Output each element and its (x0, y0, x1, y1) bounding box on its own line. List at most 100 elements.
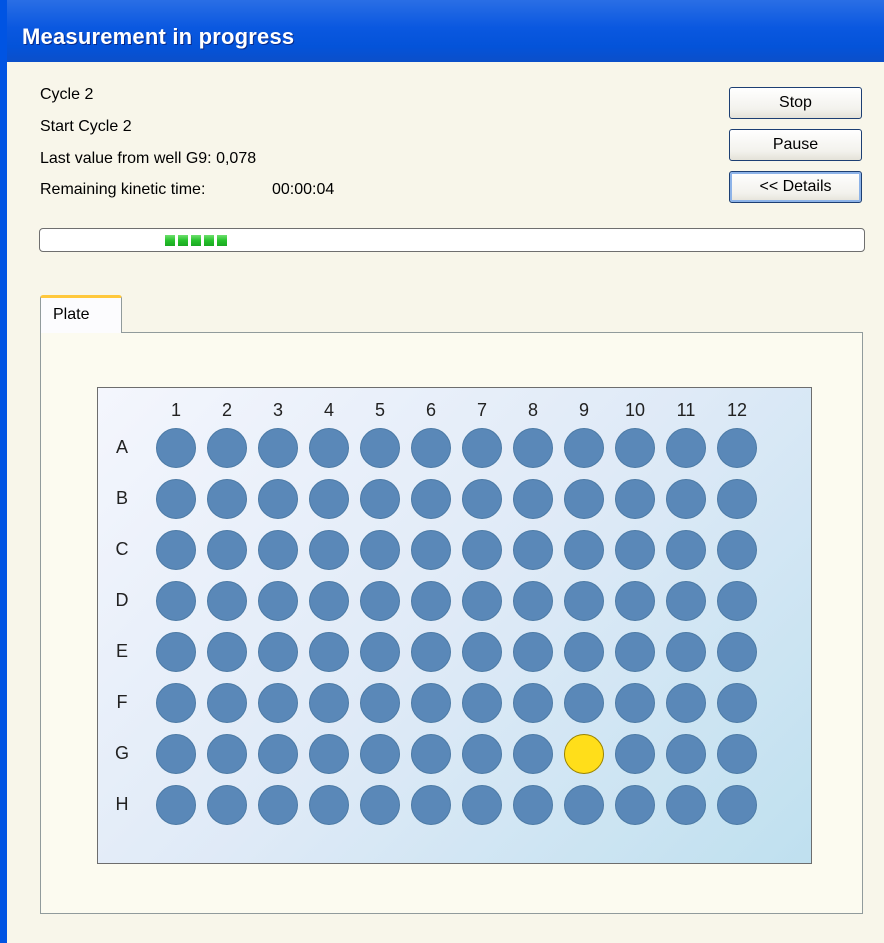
well-F9[interactable] (564, 683, 604, 723)
well-G10[interactable] (615, 734, 655, 774)
well-G11[interactable] (666, 734, 706, 774)
well-F7[interactable] (462, 683, 502, 723)
well-C10[interactable] (615, 530, 655, 570)
well-E9[interactable] (564, 632, 604, 672)
well-E11[interactable] (666, 632, 706, 672)
well-E3[interactable] (258, 632, 298, 672)
well-D4[interactable] (309, 581, 349, 621)
well-F4[interactable] (309, 683, 349, 723)
well-F5[interactable] (360, 683, 400, 723)
stop-button[interactable]: Stop (729, 87, 862, 119)
tab-plate[interactable]: Plate (40, 295, 122, 333)
well-F8[interactable] (513, 683, 553, 723)
well-E5[interactable] (360, 632, 400, 672)
well-F12[interactable] (717, 683, 757, 723)
well-C2[interactable] (207, 530, 247, 570)
well-A4[interactable] (309, 428, 349, 468)
well-C11[interactable] (666, 530, 706, 570)
well-D10[interactable] (615, 581, 655, 621)
well-B10[interactable] (615, 479, 655, 519)
well-B4[interactable] (309, 479, 349, 519)
well-A7[interactable] (462, 428, 502, 468)
well-B11[interactable] (666, 479, 706, 519)
well-A2[interactable] (207, 428, 247, 468)
well-F10[interactable] (615, 683, 655, 723)
well-F6[interactable] (411, 683, 451, 723)
well-D5[interactable] (360, 581, 400, 621)
well-H5[interactable] (360, 785, 400, 825)
well-G5[interactable] (360, 734, 400, 774)
well-A6[interactable] (411, 428, 451, 468)
well-H3[interactable] (258, 785, 298, 825)
well-G3[interactable] (258, 734, 298, 774)
well-B3[interactable] (258, 479, 298, 519)
well-D9[interactable] (564, 581, 604, 621)
pause-button[interactable]: Pause (729, 129, 862, 161)
well-H10[interactable] (615, 785, 655, 825)
well-B9[interactable] (564, 479, 604, 519)
well-F11[interactable] (666, 683, 706, 723)
well-E7[interactable] (462, 632, 502, 672)
well-D1[interactable] (156, 581, 196, 621)
well-G7[interactable] (462, 734, 502, 774)
details-button[interactable]: << Details (729, 171, 862, 203)
well-G1[interactable] (156, 734, 196, 774)
well-G8[interactable] (513, 734, 553, 774)
well-D3[interactable] (258, 581, 298, 621)
well-B8[interactable] (513, 479, 553, 519)
well-C7[interactable] (462, 530, 502, 570)
well-F1[interactable] (156, 683, 196, 723)
well-G12[interactable] (717, 734, 757, 774)
well-A12[interactable] (717, 428, 757, 468)
well-G4[interactable] (309, 734, 349, 774)
well-E1[interactable] (156, 632, 196, 672)
well-D2[interactable] (207, 581, 247, 621)
well-E4[interactable] (309, 632, 349, 672)
well-H11[interactable] (666, 785, 706, 825)
well-A10[interactable] (615, 428, 655, 468)
well-H4[interactable] (309, 785, 349, 825)
well-E6[interactable] (411, 632, 451, 672)
title-bar[interactable]: Measurement in progress (7, 0, 884, 62)
well-A8[interactable] (513, 428, 553, 468)
well-C5[interactable] (360, 530, 400, 570)
well-H8[interactable] (513, 785, 553, 825)
well-A9[interactable] (564, 428, 604, 468)
well-A5[interactable] (360, 428, 400, 468)
well-H6[interactable] (411, 785, 451, 825)
well-E2[interactable] (207, 632, 247, 672)
well-A3[interactable] (258, 428, 298, 468)
well-F2[interactable] (207, 683, 247, 723)
well-H12[interactable] (717, 785, 757, 825)
well-D6[interactable] (411, 581, 451, 621)
well-C3[interactable] (258, 530, 298, 570)
well-H2[interactable] (207, 785, 247, 825)
well-C8[interactable] (513, 530, 553, 570)
well-E8[interactable] (513, 632, 553, 672)
well-B12[interactable] (717, 479, 757, 519)
well-F3[interactable] (258, 683, 298, 723)
well-C9[interactable] (564, 530, 604, 570)
well-C12[interactable] (717, 530, 757, 570)
well-E12[interactable] (717, 632, 757, 672)
well-G6[interactable] (411, 734, 451, 774)
well-H7[interactable] (462, 785, 502, 825)
well-B7[interactable] (462, 479, 502, 519)
well-G2[interactable] (207, 734, 247, 774)
well-H9[interactable] (564, 785, 604, 825)
well-D7[interactable] (462, 581, 502, 621)
well-D8[interactable] (513, 581, 553, 621)
well-C6[interactable] (411, 530, 451, 570)
well-C1[interactable] (156, 530, 196, 570)
well-D11[interactable] (666, 581, 706, 621)
well-B2[interactable] (207, 479, 247, 519)
well-G9-active[interactable] (564, 734, 604, 774)
well-A1[interactable] (156, 428, 196, 468)
well-E10[interactable] (615, 632, 655, 672)
well-C4[interactable] (309, 530, 349, 570)
well-A11[interactable] (666, 428, 706, 468)
well-D12[interactable] (717, 581, 757, 621)
well-B1[interactable] (156, 479, 196, 519)
well-B5[interactable] (360, 479, 400, 519)
well-B6[interactable] (411, 479, 451, 519)
